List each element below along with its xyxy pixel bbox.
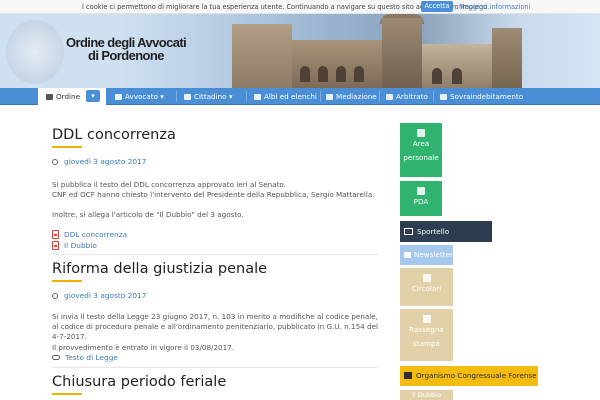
post-title-chiusura-periodo-feriale[interactable]: Chiusura periodo feriale [52,374,226,390]
briefcase-icon [115,94,122,100]
nav-item-arbitrato[interactable]: Arbitrato [386,88,428,105]
sidebar-il-dubbio[interactable]: Il Dubbio [400,390,453,400]
cookie-bar: I cookie ci permettono di migliorare la … [0,0,600,14]
header-arch [354,66,364,82]
header-building-image [232,24,292,88]
chevron-down-icon: ▾ [160,92,164,101]
pdf-file-icon [52,230,59,239]
sidebar-pda[interactable]: PDA [400,181,442,216]
header-arch [318,66,328,82]
envelope-icon [404,252,411,258]
document-icon [440,94,447,100]
external-link-icon [417,187,425,195]
chevron-down-icon: ▾ [228,92,233,101]
site-title-line2: di Pordenone [88,48,164,63]
nav-separator [176,91,177,102]
attachment-link-il-dubbio[interactable]: Il Dubbio [52,241,97,250]
users-icon [184,94,191,100]
monitor-icon [404,228,413,235]
header-building-image [492,28,522,88]
site-logo-title[interactable]: Ordine degli Avvocati di Pordenone [66,36,187,63]
header-arch [336,66,346,82]
header-arch [300,66,310,82]
attachment-link-ddl-concorrenza[interactable]: DDL concorrenza [52,230,127,239]
post-title-riforma-giustizia-penale[interactable]: Riforma della giustizia penale [52,261,267,277]
book-icon [254,94,261,100]
nav-item-sovraindebitamento[interactable]: Sovraindebitamento [440,88,523,105]
newspaper-icon [422,315,431,323]
cookie-more-info-link[interactable]: Maggiori informazioni [459,3,530,11]
header-arch [452,68,462,84]
document-icon [326,94,333,100]
link-icon [52,355,60,360]
title-underline [52,280,82,282]
bank-icon [46,94,53,100]
post-divider [52,367,378,368]
pdf-file-icon [52,241,59,250]
bank-icon [404,372,412,379]
post-body: Si pubblica il testo del DDL concorrenza… [52,180,375,220]
header-tower-image [382,18,422,88]
nav-item-albi-ed-elenchi[interactable]: Albi ed elenchi [254,88,317,105]
nav-separator [379,91,380,102]
sidebar-organismo-congressuale-forense[interactable]: Organismo Congressuale Forense [400,366,538,386]
post-divider [52,254,378,255]
user-icon [417,129,425,137]
nav-item-cittadino[interactable]: Cittadino ▾ [184,88,232,105]
clock-icon [52,293,58,299]
title-underline [52,146,82,148]
sidebar-newsletter[interactable]: Newsletter [400,245,453,265]
header-emblem-image [6,20,64,84]
title-underline [52,393,82,395]
post-date: giovedì 3 agosto 2017 [52,157,147,166]
post-date: giovedì 3 agosto 2017 [52,291,147,300]
nav-ordine-dropdown-toggle[interactable]: ▾ [86,90,100,102]
cookie-accept-button[interactable]: Accetta [421,1,453,12]
header-arch [432,68,442,84]
clock-icon [52,159,58,165]
nav-separator [320,91,321,102]
nav-item-mediazione[interactable]: Mediazione [326,88,377,105]
sidebar-rassegna-stampa[interactable]: Rassegna stampa [400,309,453,361]
sidebar-circolari[interactable]: Circolari [400,268,453,306]
site-header: Ordine degli Avvocati di Pordenone [0,14,600,88]
main-nav: Ordine ▾ Avvocato ▾ Cittadino ▾ Albi ed … [0,88,600,105]
sidebar-area-personale[interactable]: Area personale [400,123,442,177]
document-icon [422,274,431,282]
document-icon [386,94,393,100]
nav-item-avvocato[interactable]: Avvocato ▾ [115,88,164,105]
link-testo-di-legge[interactable]: Testo di Legge [52,353,118,362]
nav-separator [246,91,247,102]
post-title-ddl-concorrenza[interactable]: DDL concorrenza [52,127,176,143]
post-body: Si invia il testo della Legge 23 giugno … [52,312,378,352]
sidebar-sportello-informatico[interactable]: Sportello informatico [400,221,492,257]
nav-separator [433,91,434,102]
